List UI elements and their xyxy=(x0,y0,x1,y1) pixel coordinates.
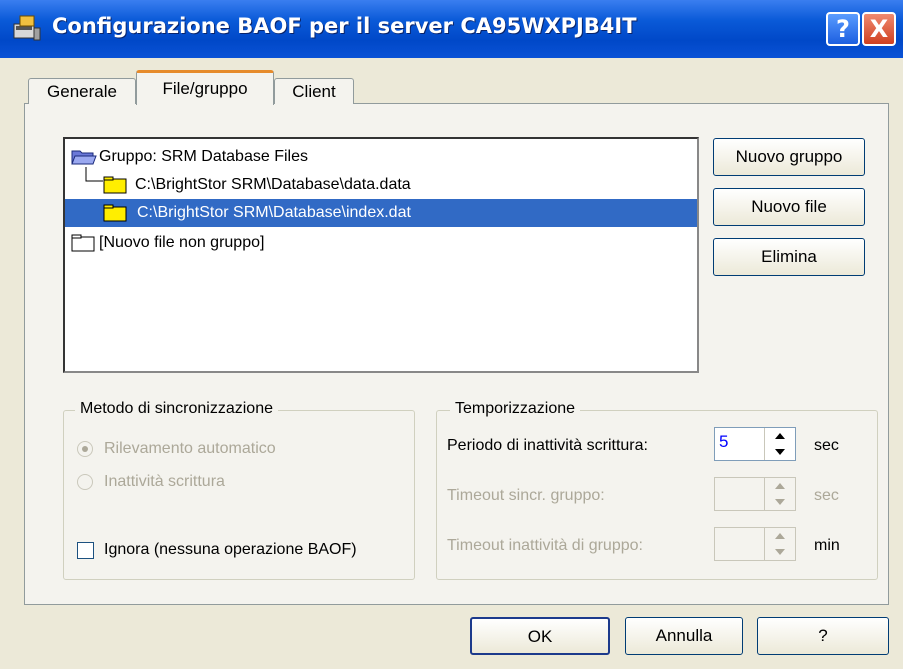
file-group-tree[interactable]: Gruppo: SRM Database Files C:\BrightStor… xyxy=(63,137,699,373)
tree-group-label: Gruppo: SRM Database Files xyxy=(99,148,308,165)
title-bar: Configurazione BAOF per il server CA95WX… xyxy=(0,0,903,58)
folder-icon xyxy=(103,176,127,194)
radio-auto-detect[interactable] xyxy=(77,441,93,457)
write-idle-period-label: Periodo di inattività scrittura: xyxy=(447,437,648,454)
spin-down-icon[interactable] xyxy=(765,494,794,510)
spinner-arrows xyxy=(764,528,795,560)
radio-write-idle[interactable] xyxy=(77,474,93,490)
help-button[interactable]: ? xyxy=(757,617,889,655)
tree-ungrouped-label: [Nuovo file non gruppo] xyxy=(99,234,265,251)
write-idle-period-unit: sec xyxy=(814,437,839,454)
tab-client[interactable]: Client xyxy=(274,78,354,104)
tab-generale[interactable]: Generale xyxy=(28,78,136,104)
spin-down-icon[interactable] xyxy=(765,544,794,560)
group-sync-timeout-label: Timeout sincr. gruppo: xyxy=(447,487,605,504)
tree-file-row-selected[interactable]: C:\BrightStor SRM\Database\index.dat xyxy=(65,199,697,227)
empty-folder-icon xyxy=(71,234,95,252)
new-group-button[interactable]: Nuovo gruppo xyxy=(713,138,865,176)
write-idle-period-spinner[interactable]: 5 xyxy=(714,427,796,461)
folder-icon xyxy=(103,204,127,222)
close-button[interactable]: X xyxy=(862,12,896,46)
tree-connector xyxy=(85,167,103,182)
spinner-arrows xyxy=(764,478,795,510)
cancel-button[interactable]: Annulla xyxy=(625,617,743,655)
auto-detect-label: Rilevamento automatico xyxy=(104,440,276,457)
tab-generale-label: Generale xyxy=(47,82,117,101)
delete-button[interactable]: Elimina xyxy=(713,238,865,276)
tab-client-label: Client xyxy=(292,82,336,101)
spin-up-icon[interactable] xyxy=(765,428,794,444)
new-file-button[interactable]: Nuovo file xyxy=(713,188,865,226)
window-title: Configurazione BAOF per il server CA95WX… xyxy=(52,14,637,38)
group-sync-timeout-spinner[interactable] xyxy=(714,477,796,511)
server-config-icon xyxy=(13,15,41,41)
group-idle-timeout-label: Timeout inattività di gruppo: xyxy=(447,537,643,554)
group-sync-timeout-unit: sec xyxy=(814,487,839,504)
title-help-button[interactable]: ? xyxy=(826,12,860,46)
write-idle-label: Inattività scrittura xyxy=(104,473,225,490)
sync-method-title: Metodo di sincronizzazione xyxy=(75,400,278,418)
group-idle-timeout-spinner[interactable] xyxy=(714,527,796,561)
write-idle-period-value: 5 xyxy=(719,432,729,451)
ignore-label: Ignora (nessuna operazione BAOF) xyxy=(104,541,357,558)
open-folder-icon xyxy=(71,150,97,165)
tab-file-gruppo-label: File/gruppo xyxy=(162,79,248,98)
spin-down-icon[interactable] xyxy=(765,444,794,460)
spinner-arrows xyxy=(764,428,795,460)
spin-up-icon[interactable] xyxy=(765,478,794,494)
ignore-checkbox[interactable] xyxy=(77,542,94,559)
group-idle-timeout-unit: min xyxy=(814,537,840,554)
tree-file-label-selected: C:\BrightStor SRM\Database\index.dat xyxy=(137,204,411,221)
timing-title: Temporizzazione xyxy=(450,400,581,418)
tree-file-label: C:\BrightStor SRM\Database\data.data xyxy=(135,176,411,193)
tab-file-gruppo[interactable]: File/gruppo xyxy=(136,70,274,105)
radio-auto-detect-dot xyxy=(82,446,88,452)
spin-up-icon[interactable] xyxy=(765,528,794,544)
ok-button[interactable]: OK xyxy=(470,617,610,655)
